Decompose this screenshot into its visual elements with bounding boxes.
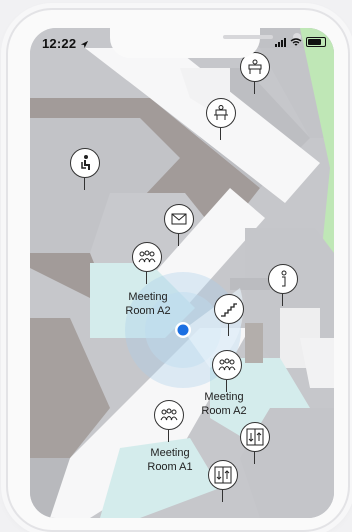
device-notch: [110, 28, 301, 58]
status-icons: [275, 37, 326, 47]
current-location-dot: [177, 324, 189, 336]
desk-icon: [214, 105, 228, 120]
signal-icon: [275, 37, 286, 47]
mail-icon: [171, 213, 187, 225]
meeting-room-icon: [160, 408, 178, 421]
meeting-room-pin-top[interactable]: [240, 52, 270, 94]
elevator-icon: [214, 466, 232, 484]
desk-pin[interactable]: [206, 98, 236, 140]
meeting-room-icon: [218, 358, 236, 371]
elevator-pin-lower[interactable]: [208, 460, 238, 502]
seating-pin[interactable]: [70, 148, 100, 190]
status-time: 12:22: [42, 36, 89, 51]
meeting-room-a2-pin-top[interactable]: [132, 242, 162, 284]
wifi-icon: [290, 37, 302, 46]
speaker-grille: [223, 35, 273, 39]
seating-icon: [81, 155, 90, 170]
room-label-a2-top: Meeting Room A2: [125, 291, 171, 317]
stairs-pin[interactable]: [214, 294, 244, 336]
elevator-pin-upper[interactable]: [240, 422, 270, 464]
battery-icon: [306, 37, 326, 47]
phone-frame: Meeting Room A2 Meeting Room A2 Meeting Roo…: [6, 8, 350, 532]
meeting-room-a2-pin-bottom[interactable]: [212, 350, 242, 392]
mail-pin[interactable]: [164, 204, 194, 246]
meeting-room-icon: [248, 59, 262, 74]
room-label-a1: Meeting Room A1: [147, 447, 193, 473]
stairs-icon: [221, 303, 237, 317]
meeting-room-icon: [138, 250, 156, 263]
room-label-a2-bottom: Meeting Room A2: [201, 391, 247, 417]
meeting-room-a1-pin[interactable]: [154, 400, 184, 442]
info-pin[interactable]: [268, 264, 298, 306]
map-screen[interactable]: Meeting Room A2 Meeting Room A2 Meeting Roo…: [30, 28, 334, 518]
location-arrow-icon: [80, 40, 89, 49]
info-icon: [281, 270, 287, 287]
elevator-icon: [246, 428, 264, 446]
